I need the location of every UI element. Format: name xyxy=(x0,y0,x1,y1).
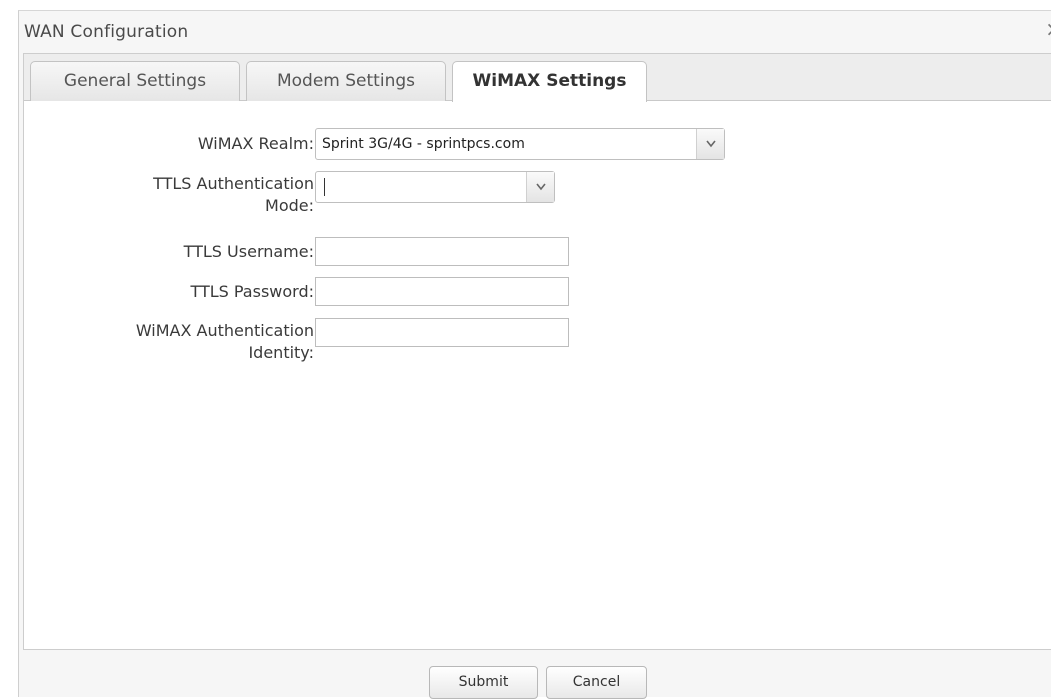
text-cursor xyxy=(324,178,325,196)
realm-row: WiMAX Realm: xyxy=(24,128,314,160)
wimax-authentication-identity-input[interactable] xyxy=(315,318,569,347)
ttls-username-row: TTLS Username: xyxy=(24,237,314,266)
ttls-password-label: TTLS Password: xyxy=(190,282,314,301)
ttls-password-input[interactable] xyxy=(315,277,569,306)
tab-bar: General Settings Modem Settings WiMAX Se… xyxy=(24,54,1051,102)
tab-wimax-settings[interactable]: WiMAX Settings xyxy=(452,61,647,102)
dialog-content: General Settings Modem Settings WiMAX Se… xyxy=(23,53,1051,650)
ttls-username-label: TTLS Username: xyxy=(183,242,314,261)
chevron-down-icon[interactable] xyxy=(696,129,724,159)
tab-modem-settings[interactable]: Modem Settings xyxy=(246,61,446,101)
ttls-mode-label: TTLS Authentication Mode: xyxy=(153,174,314,215)
ttls-authentication-mode-select[interactable] xyxy=(315,171,555,203)
realm-label: WiMAX Realm: xyxy=(197,134,314,153)
ttls-mode-row: TTLS Authentication Mode: xyxy=(24,171,314,215)
dialog-footer: Submit Cancel xyxy=(19,651,1051,699)
chevron-down-icon[interactable] xyxy=(526,172,554,202)
submit-button[interactable]: Submit xyxy=(429,666,538,699)
wimax-realm-value: Sprint 3G/4G - sprintpcs.com xyxy=(322,136,525,152)
cancel-button[interactable]: Cancel xyxy=(546,666,647,699)
wimax-realm-select[interactable]: Sprint 3G/4G - sprintpcs.com xyxy=(315,128,725,160)
ttls-username-input[interactable] xyxy=(315,237,569,266)
close-icon[interactable]: × xyxy=(1045,19,1051,39)
wimax-identity-label: WiMAX Authentication Identity: xyxy=(135,321,314,362)
ttls-password-row: TTLS Password: xyxy=(24,277,314,306)
wan-configuration-dialog: WAN Configuration × General Settings Mod… xyxy=(18,10,1051,699)
wimax-identity-row: WiMAX Authentication Identity: xyxy=(24,318,314,362)
dialog-title: WAN Configuration xyxy=(24,22,189,42)
tab-general-settings[interactable]: General Settings xyxy=(30,61,240,101)
